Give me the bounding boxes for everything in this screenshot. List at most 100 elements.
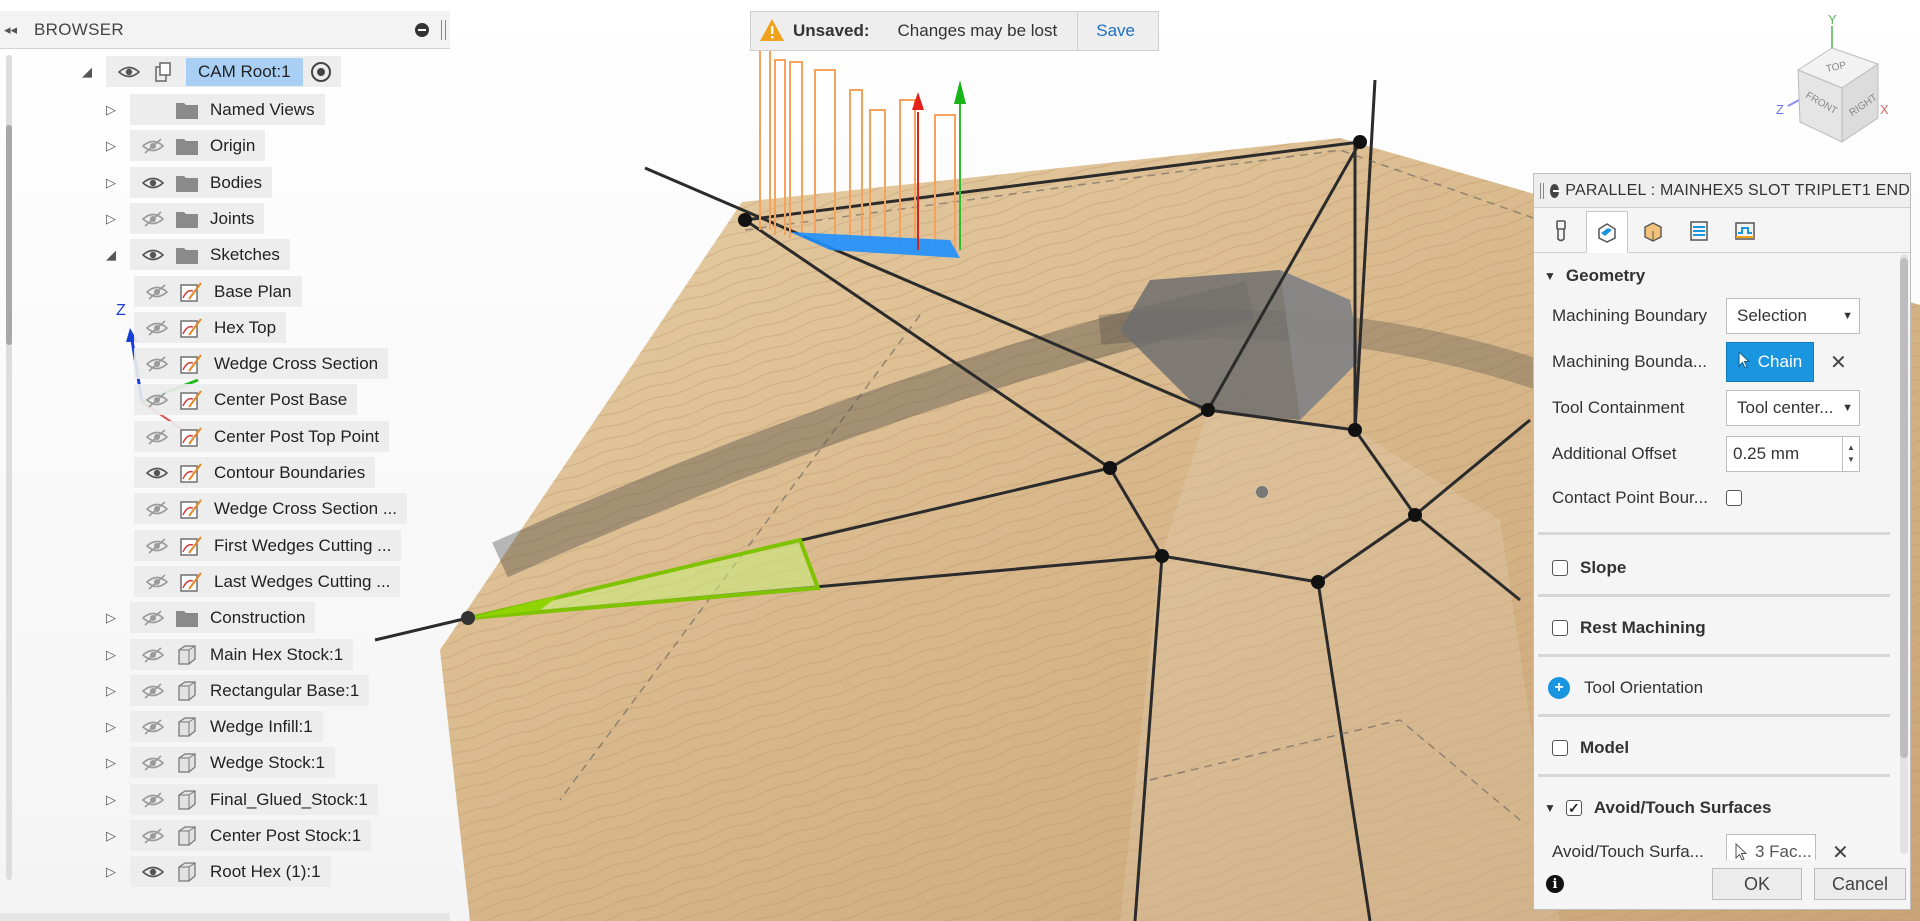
tree-item-label[interactable]: Wedge Infill:1 xyxy=(210,717,313,737)
eye-hidden-icon[interactable] xyxy=(144,319,170,337)
eye-hidden-icon[interactable] xyxy=(144,537,170,555)
eye-hidden-icon[interactable] xyxy=(144,355,170,373)
tree-item-label[interactable]: Sketches xyxy=(210,245,280,265)
browser-scrollbar-thumb[interactable] xyxy=(6,125,12,345)
tree-item[interactable]: Hex Top xyxy=(134,312,287,343)
tree-item[interactable]: ▷ Bodies xyxy=(104,167,272,198)
dialog-scrollbar-thumb[interactable] xyxy=(1900,258,1908,758)
tree-item[interactable]: ▷ Construction xyxy=(104,602,316,633)
eye-hidden-icon[interactable] xyxy=(144,500,170,518)
tree-item[interactable]: ▷ Named Views xyxy=(104,94,325,125)
expand-arrow-icon[interactable]: ▼ xyxy=(1544,269,1556,283)
heights-tab-icon[interactable] xyxy=(1632,210,1674,252)
tree-item-label[interactable]: Wedge Cross Section ... xyxy=(214,499,397,519)
dialog-title-bar[interactable]: PARALLEL : MAINHEX5 SLOT TRIPLET1 END xyxy=(1534,174,1910,208)
expand-triangle-icon[interactable]: ▷ xyxy=(104,102,118,117)
tree-item-label[interactable]: Center Post Stock:1 xyxy=(210,826,361,846)
tree-item-label[interactable]: Center Post Top Point xyxy=(214,427,379,447)
expand-plus-icon[interactable]: + xyxy=(1548,677,1570,699)
expand-triangle-icon[interactable]: ▷ xyxy=(104,683,118,698)
collapse-panel-icon[interactable]: ◂◂ xyxy=(4,22,26,38)
tree-item[interactable]: ▷ Center Post Stock:1 xyxy=(104,820,372,851)
expand-triangle-icon[interactable]: ▷ xyxy=(104,138,118,153)
eye-hidden-icon[interactable] xyxy=(144,428,170,446)
eye-hidden-icon[interactable] xyxy=(140,646,166,664)
tool-containment-select[interactable]: Tool center... ▼ xyxy=(1726,390,1860,426)
model-section[interactable]: Model xyxy=(1552,734,1629,762)
additional-offset-input[interactable]: 0.25 mm ▲ ▼ xyxy=(1726,436,1860,472)
save-link[interactable]: Save xyxy=(1096,21,1135,41)
tree-item-label[interactable]: Rectangular Base:1 xyxy=(210,681,359,701)
eye-icon[interactable] xyxy=(140,174,166,192)
dialog-scrollbar[interactable] xyxy=(1900,254,1908,854)
clear-selection-icon[interactable]: ✕ xyxy=(1830,350,1847,375)
tree-item[interactable]: ▷ Root Hex (1):1 xyxy=(104,856,331,887)
tree-item-label[interactable]: Wedge Cross Section xyxy=(214,354,378,374)
tree-root[interactable]: ◢ CAM Root:1 xyxy=(80,56,341,87)
passes-tab-icon[interactable] xyxy=(1678,210,1720,252)
avoid-touch-checkbox[interactable] xyxy=(1565,800,1582,816)
expand-triangle-icon[interactable]: ▷ xyxy=(104,211,118,226)
tree-item[interactable]: Last Wedges Cutting ... xyxy=(134,566,401,597)
avoid-touch-section-header[interactable]: ▼ Avoid/Touch Surfaces xyxy=(1544,794,1771,822)
dialog-grip-icon[interactable] xyxy=(1540,182,1544,199)
activate-radio[interactable] xyxy=(310,61,331,82)
tree-item-label[interactable]: Root Hex (1):1 xyxy=(210,862,321,882)
browser-scrollbar[interactable] xyxy=(6,55,12,880)
expand-triangle-icon[interactable]: ▷ xyxy=(104,755,118,770)
eye-icon[interactable] xyxy=(140,246,166,264)
tree-item-label[interactable]: Wedge Stock:1 xyxy=(210,753,325,773)
tree-item-label[interactable]: Last Wedges Cutting ... xyxy=(214,572,390,592)
tree-item[interactable]: Base Plan xyxy=(134,276,302,307)
geometry-tab-icon[interactable] xyxy=(1586,211,1628,253)
ok-button[interactable]: OK xyxy=(1712,868,1802,900)
tree-item[interactable]: Center Post Top Point xyxy=(134,421,390,452)
tree-item[interactable]: ▷ Joints xyxy=(104,203,265,234)
collapse-triangle-icon[interactable]: ◢ xyxy=(104,247,118,262)
eye-hidden-icon[interactable] xyxy=(144,283,170,301)
tree-item-label[interactable]: Final_Glued_Stock:1 xyxy=(210,790,368,810)
collapse-triangle-icon[interactable]: ◢ xyxy=(80,64,94,79)
expand-triangle-icon[interactable]: ▷ xyxy=(104,647,118,662)
tree-item-label[interactable]: Base Plan xyxy=(214,282,292,302)
tree-item[interactable]: ▷ Origin xyxy=(104,130,266,161)
eye-hidden-icon[interactable] xyxy=(144,391,170,409)
expand-triangle-icon[interactable]: ▷ xyxy=(104,828,118,843)
machining-boundary-select[interactable]: Selection ▼ xyxy=(1726,298,1860,334)
eye-hidden-icon[interactable] xyxy=(140,682,166,700)
tree-item-label[interactable]: Construction xyxy=(210,608,305,628)
tree-item[interactable]: Wedge Cross Section ... xyxy=(134,493,407,524)
tree-item-label[interactable]: Bodies xyxy=(210,173,262,193)
tree-item[interactable]: ▷ Rectangular Base:1 xyxy=(104,675,370,706)
rest-machining-checkbox[interactable] xyxy=(1552,620,1568,636)
view-cube[interactable]: TOP FRONT RIGHT Y Z X xyxy=(1760,12,1910,154)
offset-stepper[interactable]: ▲ ▼ xyxy=(1842,437,1859,471)
panel-grip-icon[interactable] xyxy=(441,19,446,40)
tree-item[interactable]: Contour Boundaries xyxy=(134,457,376,488)
tool-tab-icon[interactable] xyxy=(1540,210,1582,252)
cancel-button[interactable]: Cancel xyxy=(1814,868,1906,900)
tree-item[interactable]: ▷ Final_Glued_Stock:1 xyxy=(104,784,378,815)
expand-triangle-icon[interactable]: ▷ xyxy=(104,864,118,879)
dialog-minimize-icon[interactable] xyxy=(1549,183,1562,198)
tree-item[interactable]: Wedge Cross Section xyxy=(134,348,389,379)
model-checkbox[interactable] xyxy=(1552,740,1568,756)
eye-icon[interactable] xyxy=(140,863,166,881)
expand-triangle-icon[interactable]: ▷ xyxy=(104,610,118,625)
tool-orientation-section[interactable]: + Tool Orientation xyxy=(1548,674,1703,702)
tree-item-label[interactable]: First Wedges Cutting ... xyxy=(214,536,391,556)
tree-item-label[interactable]: Center Post Base xyxy=(214,390,347,410)
tree-item-label[interactable]: Joints xyxy=(210,209,254,229)
tree-item-label[interactable]: Contour Boundaries xyxy=(214,463,365,483)
eye-hidden-icon[interactable] xyxy=(144,573,170,591)
tree-item-label[interactable]: Hex Top xyxy=(214,318,276,338)
tree-item-label[interactable]: Main Hex Stock:1 xyxy=(210,645,343,665)
linking-tab-icon[interactable] xyxy=(1724,210,1766,252)
eye-hidden-icon[interactable] xyxy=(140,609,166,627)
eye-hidden-icon[interactable] xyxy=(140,137,166,155)
additional-offset-value[interactable]: 0.25 mm xyxy=(1727,444,1842,464)
tree-item[interactable]: ◢ Sketches xyxy=(104,239,290,270)
eye-hidden-icon[interactable] xyxy=(140,791,166,809)
tree-item[interactable]: ▷ Wedge Stock:1 xyxy=(104,747,335,778)
panel-options-icon[interactable] xyxy=(415,22,429,37)
